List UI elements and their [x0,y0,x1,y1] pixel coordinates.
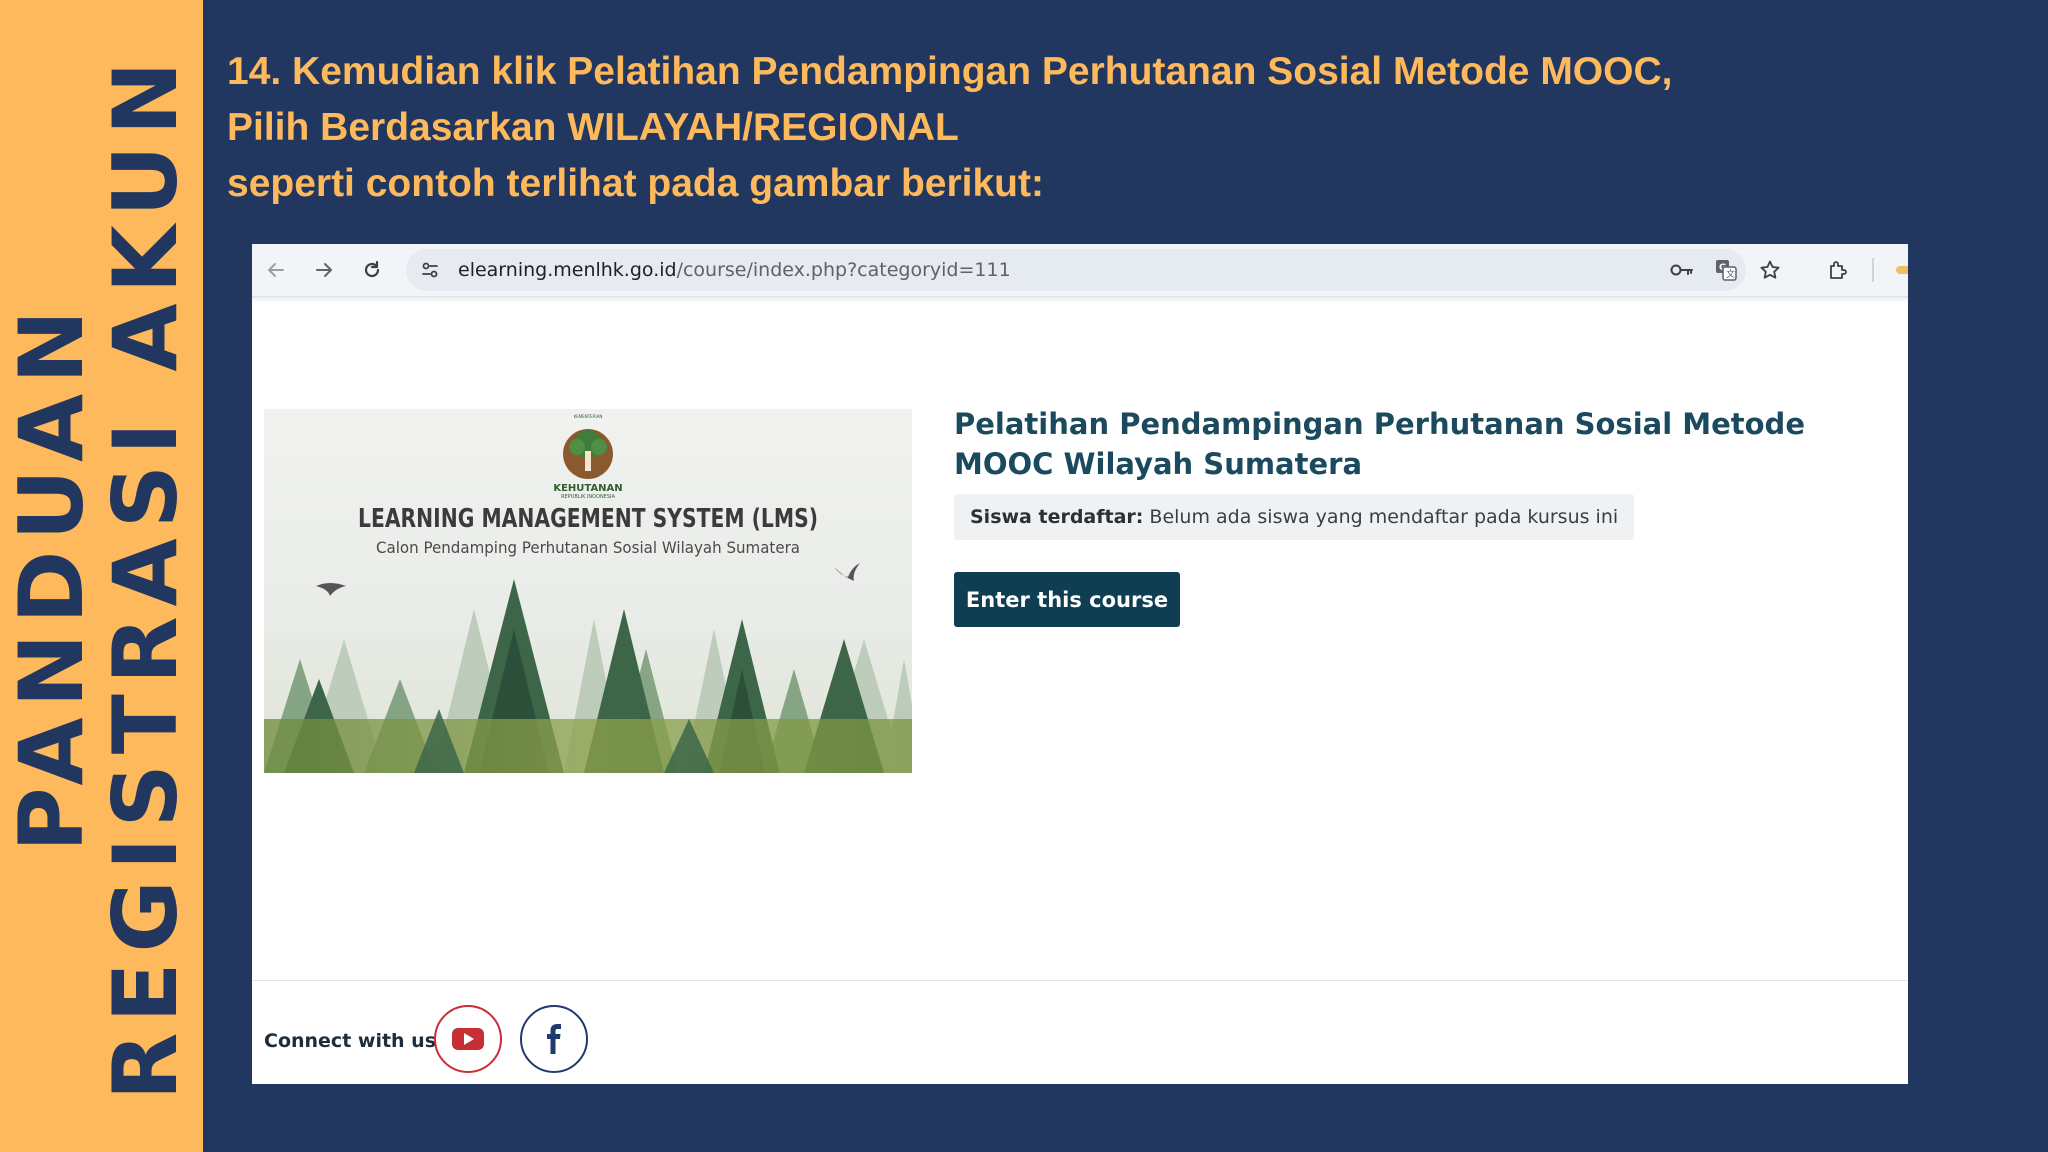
course-image[interactable]: KEMENTERIAN KEHUTANAN REPUBLIK INDONESIA… [264,409,912,773]
side-title-line1: PANDUAN [0,300,103,852]
toolbar-divider [1872,258,1874,282]
facebook-button[interactable] [520,1005,588,1073]
logo-top-text: KEMENTERIAN [574,414,603,419]
side-title-line2: REGISTRASI AKUN [94,51,197,1101]
facebook-icon [547,1024,561,1054]
site-info-icon[interactable] [414,254,446,286]
back-arrow-icon[interactable] [260,254,292,286]
browser-window: elearning.menlhk.go.id/course/index.php?… [252,244,1908,1084]
heading-line-3: seperti contoh terlihat pada gambar beri… [227,162,1044,205]
star-icon[interactable] [1754,254,1786,286]
address-bar[interactable]: elearning.menlhk.go.id/course/index.php?… [406,249,1780,291]
url-path: /course/index.php?categoryid=111 [676,259,1011,281]
side-panel: PANDUAN REGISTRASI AKUN [0,0,203,1152]
enrolled-value: Belum ada siswa yang mendaftar pada kurs… [1149,506,1619,528]
heading-line-2: Pilih Berdasarkan WILAYAH/REGIONAL [227,106,959,149]
puzzle-icon[interactable] [1822,254,1854,286]
url-text[interactable]: elearning.menlhk.go.id/course/index.php?… [458,259,1011,281]
youtube-button[interactable] [434,1005,502,1073]
enrolled-label: Siswa terdaftar: [970,506,1144,528]
instruction-heading: 14. Kemudian klik Pelatihan Pendampingan… [227,44,2007,212]
banner-title: LEARNING MANAGEMENT SYSTEM (LMS) [358,504,818,534]
enrolment-info: Siswa terdaftar: Belum ada siswa yang me… [954,494,1635,540]
svg-text:文: 文 [1726,268,1735,280]
browser-toolbar: elearning.menlhk.go.id/course/index.php?… [252,244,1908,297]
connect-label: Connect with us: [264,1030,444,1052]
translate-icon[interactable]: G文 [1710,254,1742,286]
footer-divider [252,980,1908,981]
enter-course-button[interactable]: Enter this course [954,572,1180,627]
toolbar-shadow [252,297,1908,303]
course-title-link[interactable]: Pelatihan Pendampingan Perhutanan Sosial… [954,404,1884,484]
logo-subtext: REPUBLIK INDONESIA [561,494,615,500]
key-icon[interactable] [1666,254,1698,286]
url-host: elearning.menlhk.go.id [458,259,677,281]
reload-icon[interactable] [356,254,388,286]
banner-subtitle: Calon Pendamping Perhutanan Sosial Wilay… [376,538,800,557]
profile-avatar-edge[interactable] [1896,266,1908,274]
youtube-icon [452,1028,484,1050]
forward-arrow-icon[interactable] [308,254,340,286]
logo-text: KEHUTANAN [553,483,622,494]
heading-line-1: 14. Kemudian klik Pelatihan Pendampingan… [227,50,1673,93]
